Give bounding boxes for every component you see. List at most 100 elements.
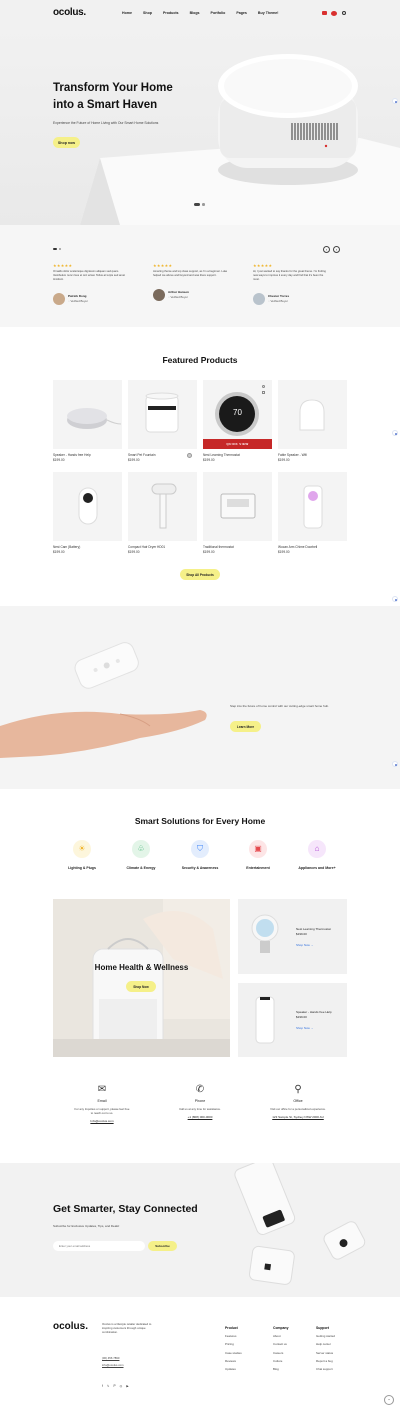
contact-desc-line: to reach out to us. [90, 1111, 114, 1115]
footer-link[interactable]: Report a bug [316, 1357, 335, 1365]
product-image-hair-dryer[interactable] [128, 472, 197, 541]
side-badge-icon[interactable] [392, 430, 398, 436]
footer-link[interactable]: Reviews [225, 1357, 242, 1365]
product-price: $199.00 [128, 458, 140, 462]
product-name[interactable]: Smart Pet Fountain [128, 453, 155, 457]
product-image-traditional-thermostat[interactable] [203, 472, 272, 541]
banner-product-price: $199.00 [296, 932, 307, 936]
footer-column-title: Company [273, 1326, 289, 1330]
side-badge-icon[interactable] [392, 596, 398, 602]
fable-speaker-illustration [299, 399, 325, 431]
compare-icon[interactable] [262, 391, 265, 394]
contact-title: Office [293, 1099, 303, 1103]
solution-item[interactable]: ▣ Entertainment [229, 840, 287, 870]
solution-item[interactable]: ⌂ Appliances and More+ [288, 840, 346, 870]
speaker-banner[interactable]: Speaker - Hands free Help $199.00 Shop N… [238, 983, 347, 1057]
search-icon[interactable] [342, 11, 346, 15]
solutions-title: Smart Solutions for Every Home [134, 816, 266, 826]
youtube-icon[interactable]: ▶ [126, 1384, 128, 1388]
footer-link[interactable]: Careers [273, 1349, 288, 1357]
footer-link[interactable]: Pricing [225, 1340, 242, 1348]
contact-email: ✉ Email For any Inquiries or support, pl… [53, 1084, 151, 1123]
logo[interactable]: ocolus. [53, 7, 86, 18]
facebook-icon[interactable]: f [102, 1384, 103, 1388]
health-wellness-banner[interactable]: Home Health & Wellness Shop Now [53, 899, 230, 1057]
contact-value[interactable]: +1 (808) 000-0000 [151, 1115, 249, 1119]
product-image-fable-speaker[interactable] [278, 380, 347, 449]
nav-shop[interactable]: Shop [143, 11, 152, 15]
banner-shop-now-link[interactable]: Shop Now → [296, 943, 314, 947]
quick-view-button[interactable]: QUICK VIEW [203, 439, 272, 449]
product-price: $199.00 [203, 458, 215, 462]
back-to-top-button[interactable]: ⌃ [384, 1395, 394, 1405]
x-twitter-icon[interactable]: 𝕏 [107, 1384, 110, 1388]
testimonial-pager-dot[interactable] [59, 248, 61, 250]
solution-item[interactable]: ⛉ Security & Awareness [171, 840, 229, 870]
testimonial-pager-active[interactable] [53, 248, 57, 250]
solution-item[interactable]: ☀ Lighting & Plugs [53, 840, 111, 870]
product-image-thermostat[interactable]: 70 QUICK VIEW [203, 380, 272, 449]
learn-more-button[interactable]: Learn More [230, 721, 261, 732]
nav-products[interactable]: Products [163, 11, 179, 15]
footer-link[interactable]: Updates [225, 1365, 242, 1373]
instagram-icon[interactable]: ◎ [120, 1384, 123, 1388]
nav-home[interactable]: Home [122, 11, 132, 15]
product-image-speaker[interactable] [53, 380, 122, 449]
hero-slider-dot[interactable] [202, 203, 205, 206]
product-name[interactable]: Fable Speaker - Wifi [278, 453, 307, 457]
shop-all-products-button[interactable]: Shop All Products [180, 569, 220, 580]
footer-phone[interactable]: (00) 456 7890 [102, 1356, 119, 1360]
footer-link[interactable]: Features [225, 1332, 242, 1340]
product-image-doorbell[interactable] [278, 472, 347, 541]
banner-shop-now-link[interactable]: Shop Now → [296, 1026, 314, 1030]
pinterest-icon[interactable]: P [113, 1384, 115, 1388]
nav-pages[interactable]: Pages [236, 11, 247, 15]
product-name[interactable]: Nest Learning Thermostat [203, 453, 240, 457]
banner-shop-now-button[interactable]: Shop Now [126, 981, 156, 992]
footer-link[interactable]: About [273, 1332, 288, 1340]
nav-portfolio[interactable]: Portfolio [211, 11, 226, 15]
hero-shop-button[interactable]: Shop now [53, 137, 80, 148]
side-badge-icon[interactable] [392, 761, 398, 767]
wishlist-icon[interactable] [331, 11, 337, 16]
product-name[interactable]: Nest Cam (Battery) [53, 545, 80, 549]
cart-icon[interactable] [322, 11, 327, 15]
side-badge-icon[interactable] [392, 98, 398, 104]
footer-link[interactable]: Culture [273, 1357, 288, 1365]
footer-link[interactable]: Blog [273, 1365, 288, 1373]
footer-link[interactable]: Contact us [273, 1340, 288, 1348]
color-swatch[interactable] [187, 453, 192, 458]
product-name[interactable]: Compact Hair Dryer HD01 [128, 545, 165, 549]
testimonial-text-line: helped me above and beyond and was there… [153, 274, 217, 277]
solution-item[interactable]: ♧ Climate & Energy [112, 840, 170, 870]
footer-email[interactable]: info@ocolus.com [102, 1363, 124, 1367]
contact-value[interactable]: 123 Sample St, Sydney NSW 2000 AU [249, 1115, 347, 1119]
hero-slider-dot-active[interactable] [194, 203, 200, 206]
footer-column-company: Company About Contact us Careers Culture… [273, 1324, 288, 1373]
product-price: $199.00 [203, 550, 215, 554]
wishlist-icon[interactable] [262, 385, 265, 388]
testimonial-next-button[interactable]: › [333, 246, 340, 253]
product-name[interactable]: Traditional thermostat [203, 545, 234, 549]
newsletter-email-input[interactable] [53, 1241, 145, 1251]
testimonial-prev-button[interactable]: ‹ [323, 246, 330, 253]
map-user-icon: ⚲ [294, 1084, 302, 1095]
product-name[interactable]: Wocan Arm Chime Doorbell [278, 545, 317, 549]
product-name[interactable]: Speaker - Hands free Help [53, 453, 91, 457]
nav-blogs[interactable]: Blogs [190, 11, 200, 15]
footer-link[interactable]: Help center [316, 1340, 335, 1348]
newsletter-title: Get Smarter, Stay Connected [53, 1203, 198, 1215]
speaker-illustration [67, 408, 122, 429]
thermostat-banner[interactable]: Nest Learning Thermostat $199.00 Shop No… [238, 899, 347, 974]
product-image-nest-cam[interactable] [53, 472, 122, 541]
product-image-pet-fountain[interactable] [128, 380, 197, 449]
footer-logo[interactable]: ocolus. [53, 1321, 88, 1332]
subscribe-button[interactable]: Subscribe [148, 1241, 177, 1251]
contact-value[interactable]: Info@ocolus.com [53, 1119, 151, 1123]
product-price: $199.00 [278, 458, 290, 462]
footer-link[interactable]: Getting started [316, 1332, 335, 1340]
footer-link[interactable]: Server status [316, 1349, 335, 1357]
nav-buy-theme[interactable]: Buy Theme! [258, 11, 279, 15]
footer-link[interactable]: Case studies [225, 1349, 242, 1357]
footer-link[interactable]: Chat support [316, 1365, 335, 1373]
